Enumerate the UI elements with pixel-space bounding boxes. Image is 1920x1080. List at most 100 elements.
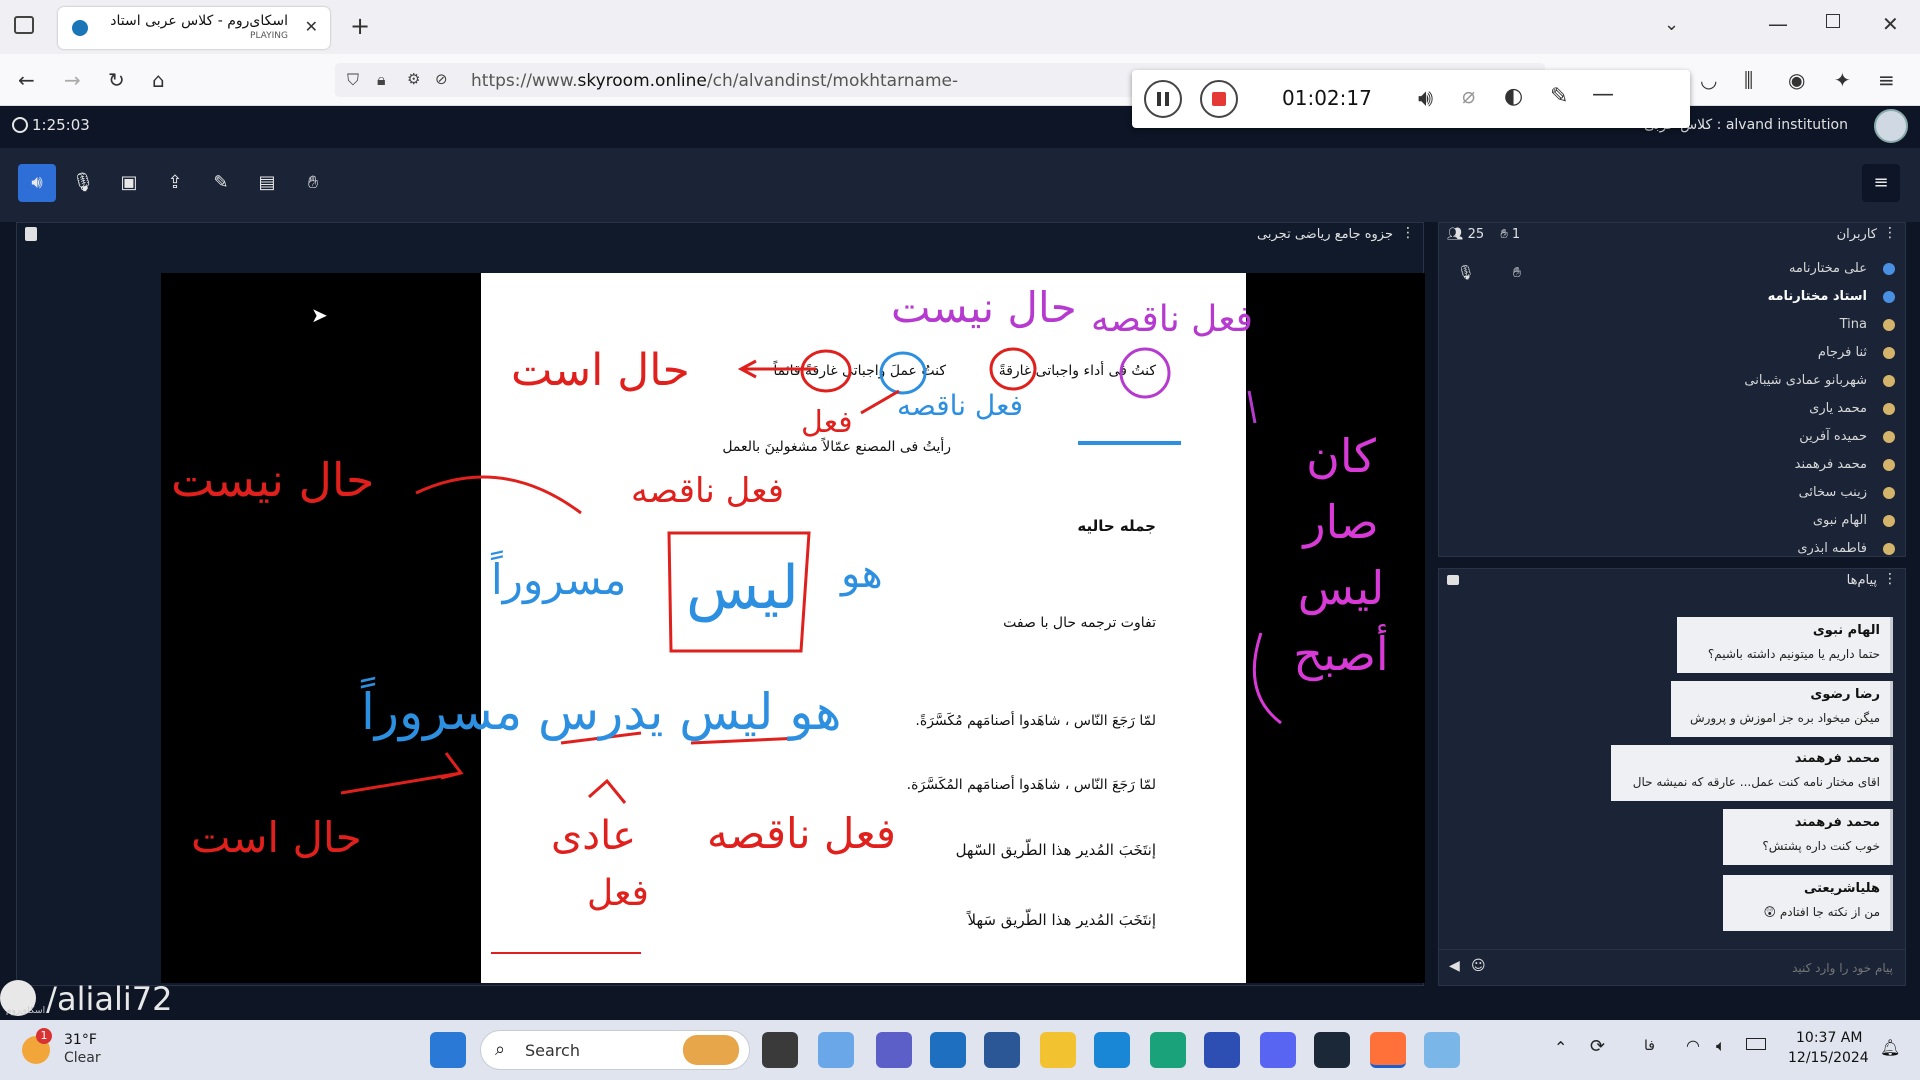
hand-icon[interactable]: ✋︎ (1513, 265, 1521, 281)
main-menu-button[interactable]: ≡ (1862, 164, 1900, 202)
speaker-button[interactable]: 🔊︎ (18, 164, 56, 202)
audio-settings-icon[interactable]: ◐ (1504, 84, 1523, 109)
user-name: حمیده آفرین (1799, 429, 1867, 444)
tab-close-icon[interactable]: ✕ (305, 17, 318, 36)
users-panel: 👥︎ 25 ✋︎ 1 کاربران ⋮ 🎙︎ ✋︎ علی مختارنامه… (1438, 222, 1906, 557)
file-explorer-icon[interactable] (1040, 1032, 1076, 1068)
steam-icon[interactable] (1314, 1032, 1350, 1068)
wifi-icon[interactable]: ◠ (1686, 1036, 1700, 1055)
red-pointer (860, 389, 900, 415)
messages-options-icon[interactable]: ⋮ (1883, 571, 1897, 587)
watermark: /aliali72 اسکای‌روم (0, 980, 172, 1018)
discord-icon[interactable] (1260, 1032, 1296, 1068)
app-icon[interactable] (1204, 1032, 1240, 1068)
whiteboard-pen-button[interactable]: ✎ (202, 164, 240, 202)
shield-icon[interactable]: ⛉ (347, 70, 359, 90)
word-icon[interactable] (984, 1032, 1020, 1068)
extensions-icon[interactable]: ✦ (1834, 68, 1851, 92)
mic-off-button[interactable]: 🎙︎ (64, 164, 102, 202)
tab-list-icon[interactable] (14, 16, 34, 34)
mic-icon[interactable]: 🎙︎ (1457, 265, 1475, 281)
task-view-icon[interactable] (762, 1032, 798, 1068)
user-row[interactable]: حمیده آفرین (1605, 427, 1905, 449)
raise-hand-button[interactable]: ✋︎ (294, 164, 332, 202)
user-row[interactable]: ثنا فرجام (1605, 343, 1905, 365)
edge-icon[interactable] (1150, 1032, 1186, 1068)
firefox-icon[interactable] (1370, 1032, 1406, 1068)
search-label: Search (525, 1041, 580, 1060)
taskbar-time[interactable]: 10:37 AM (1796, 1030, 1862, 1046)
stop-icon (1212, 92, 1226, 106)
taskbar-date[interactable]: 12/15/2024 (1788, 1050, 1869, 1066)
user-row[interactable]: فاطمه ابذری (1605, 539, 1905, 561)
notifications-icon[interactable]: 🔔︎ (1880, 1038, 1900, 1057)
red-curve-arrow (415, 475, 582, 515)
speaker-icon[interactable]: 🔊︎ (1418, 84, 1433, 112)
share-screen-button[interactable]: ⇪ (156, 164, 194, 202)
user-avatar[interactable] (1874, 109, 1908, 143)
user-row[interactable]: علی مختارنامه (1605, 259, 1905, 281)
stop-recording-button[interactable] (1200, 80, 1238, 118)
user-row[interactable]: شهربانو عمادی شیبانی (1605, 371, 1905, 393)
minimize-window-icon[interactable]: — (1768, 12, 1788, 36)
close-window-icon[interactable]: ✕ (1882, 12, 1899, 36)
windows-start-icon[interactable] (430, 1032, 466, 1068)
emoji-icon[interactable]: ☺ (1471, 958, 1486, 974)
camera-off-button[interactable]: ▣ (110, 164, 148, 202)
library-icon[interactable]: ⫼ (1744, 68, 1753, 92)
draw-icon[interactable]: ✎ (1550, 84, 1568, 109)
user-row[interactable]: محمد فرهمند (1605, 455, 1905, 477)
user-row[interactable]: Tina (1605, 315, 1905, 337)
user-row[interactable]: استاد مختارنامه (1605, 287, 1905, 309)
chat-message: هلیاشریعتی من از نکته جا افتادم 😲 (1723, 875, 1893, 931)
teams-icon[interactable] (876, 1032, 912, 1068)
files-button[interactable]: ▤ (248, 164, 286, 202)
input-language[interactable]: فا (1644, 1038, 1655, 1054)
copilot-icon[interactable] (818, 1032, 854, 1068)
app-menu-icon[interactable]: ≡ (1878, 68, 1895, 92)
minimize-recorder-icon[interactable]: — (1592, 82, 1614, 107)
annotation-fel-bottom: فعل (587, 873, 649, 914)
whiteboard-options-icon[interactable]: ⋮ (1401, 225, 1415, 241)
battery-icon[interactable] (1746, 1038, 1766, 1050)
mouse-cursor-icon: ➤ (311, 303, 328, 327)
users-options-icon[interactable]: ⋮ (1883, 225, 1897, 241)
annotation-masruran: مسروراً (491, 555, 627, 604)
user-icon (1883, 291, 1895, 303)
pause-recording-button[interactable] (1144, 80, 1182, 118)
new-tab-button[interactable]: + (350, 12, 370, 40)
sync-icon[interactable]: ⟳ (1590, 1036, 1605, 1057)
user-icon (1883, 319, 1895, 331)
taskbar-search[interactable]: ⌕ Search (480, 1030, 750, 1070)
volume-icon[interactable]: 🔈︎ (1716, 1036, 1726, 1056)
user-row[interactable]: الهام نبوی (1605, 511, 1905, 533)
message-input[interactable] (1499, 954, 1895, 982)
mail-icon[interactable] (930, 1032, 966, 1068)
account-icon[interactable]: ◉ (1788, 68, 1805, 92)
back-icon[interactable]: ← (18, 68, 35, 92)
annotation-layer (340, 347, 1282, 954)
lock-icon[interactable]: 🔒︎ (377, 70, 386, 90)
document-icon[interactable] (25, 227, 37, 241)
show-hidden-icons[interactable]: ⌃ (1554, 1038, 1567, 1057)
camera-blocked-icon[interactable]: ⊘ (435, 70, 448, 88)
home-icon[interactable]: ⌂ (152, 68, 165, 92)
users-count-icon: 👥︎ (1447, 227, 1464, 242)
skyroom-app-icon[interactable] (1424, 1032, 1460, 1068)
annotation-fel-naqes-top: فعل ناقصه (1091, 299, 1253, 340)
forward-icon[interactable]: → (64, 68, 81, 92)
user-row[interactable]: زینب سخائی (1605, 483, 1905, 505)
store-icon[interactable] (1094, 1032, 1130, 1068)
restore-window-icon[interactable] (1826, 14, 1840, 28)
send-icon[interactable]: ◀ (1449, 958, 1460, 974)
browser-tab[interactable]: اسکای‌روم - کلاس عربی استاد PLAYING ✕ (58, 7, 330, 49)
whiteboard-canvas[interactable]: كنتُ فی أداء واجباتی غارقةً كنتُ عملَ وا… (161, 273, 1425, 983)
tab-overflow-chevron-icon[interactable]: ⌄ (1664, 14, 1679, 35)
permissions-icon[interactable]: ⚙ (407, 70, 420, 88)
weather-temp: 31°F (64, 1032, 97, 1048)
mic-off-icon[interactable]: ⌀ (1462, 84, 1475, 109)
reload-icon[interactable]: ↻ (108, 68, 125, 92)
pocket-icon[interactable]: ◡ (1700, 68, 1717, 92)
user-row[interactable]: محمد یاری (1605, 399, 1905, 421)
user-name: فاطمه ابذری (1797, 541, 1867, 556)
